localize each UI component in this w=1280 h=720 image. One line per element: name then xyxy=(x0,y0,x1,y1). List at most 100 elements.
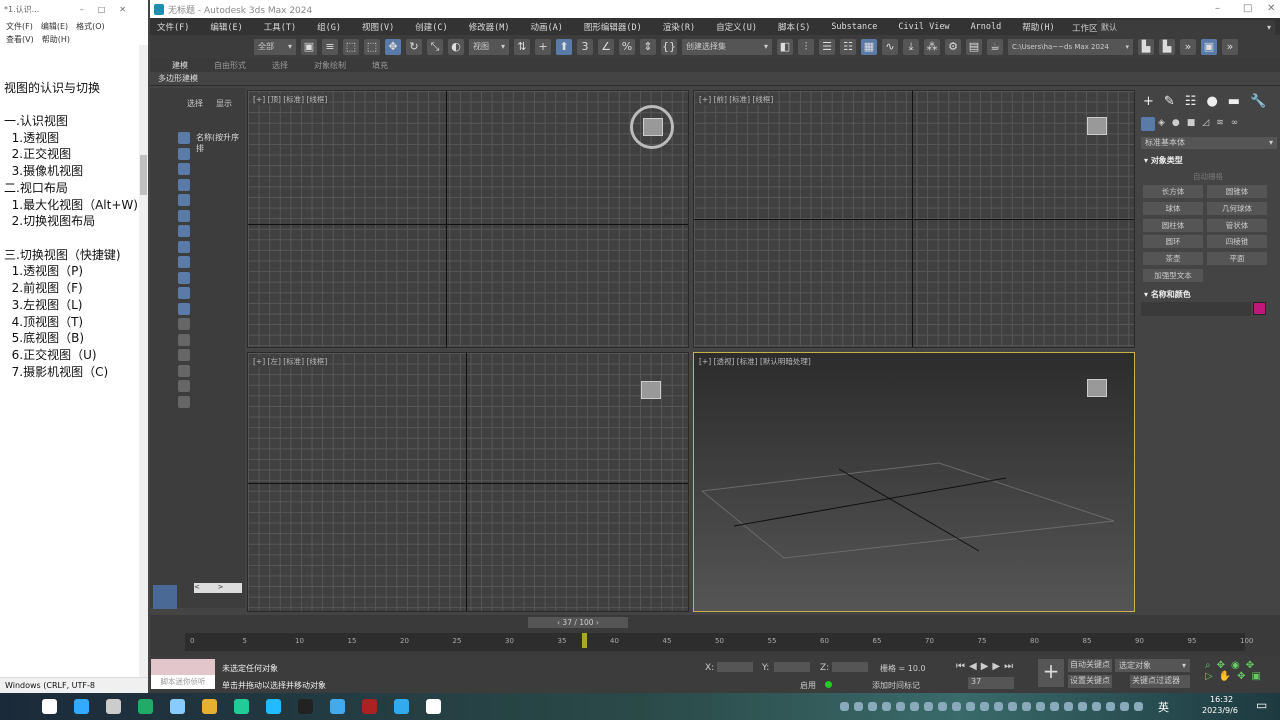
curve-editor-icon[interactable]: ∿ xyxy=(882,38,898,55)
named-selection-dropdown[interactable]: 创建选择集 ▾ xyxy=(682,38,772,55)
ribbon-tab[interactable]: 对象绘制 xyxy=(314,60,346,71)
viewport-label[interactable]: [+] [左] [标准] [线框] xyxy=(251,356,330,367)
create-button[interactable]: 圆锥体 xyxy=(1207,185,1267,198)
viewport-left[interactable]: [+] [左] [标准] [线框] xyxy=(247,352,689,612)
create-category-icons[interactable]: ◈●■◿≋∞ xyxy=(1158,118,1245,128)
horizontal-scrollbar[interactable]: < > xyxy=(194,583,242,593)
viewcube-icon[interactable] xyxy=(630,105,674,149)
viewcube-icon[interactable] xyxy=(1087,379,1107,397)
scale-icon[interactable]: ⤡ xyxy=(427,38,443,55)
tray-icon[interactable] xyxy=(1064,702,1073,711)
ribbon-tab[interactable]: 自由形式 xyxy=(214,60,246,71)
menu-item[interactable]: 帮助(H) xyxy=(1022,21,1054,33)
clock-date[interactable]: 2023/9/6 xyxy=(1202,706,1238,715)
tray-icon[interactable] xyxy=(1008,702,1017,711)
project-path-dropdown[interactable]: C:\Users\ha~~ds Max 2024 ▾ xyxy=(1008,38,1133,55)
viewcube-icon[interactable] xyxy=(1087,117,1107,135)
search-app-icon[interactable] xyxy=(170,699,185,714)
menu-item[interactable]: 修改器(M) xyxy=(469,21,510,33)
geometry-icon[interactable] xyxy=(1141,117,1155,131)
scene-filter-icon[interactable] xyxy=(178,225,190,237)
tray-icon[interactable] xyxy=(882,702,891,711)
timeline-track[interactable]: 0 5 10 15 20 25 30 35 40 45 50 55 60 65 70 75 80 85 90 95 10… xyxy=(185,633,1253,651)
auto-key-button[interactable]: 自动关键点 xyxy=(1068,659,1112,672)
tray-icon[interactable] xyxy=(952,702,961,711)
window-controls[interactable]: –□✕ xyxy=(80,5,140,14)
tray-icon[interactable] xyxy=(840,702,849,711)
manipulate-icon[interactable]: + xyxy=(535,38,551,55)
create-button[interactable]: 平面 xyxy=(1207,252,1267,266)
scene-filter-icon[interactable] xyxy=(178,271,190,284)
timeline-marker[interactable] xyxy=(581,633,587,648)
scene-filter-icon[interactable] xyxy=(178,240,190,253)
move-icon[interactable]: ✥ xyxy=(385,38,401,55)
scene-filter-icon[interactable] xyxy=(178,302,190,315)
menu-item[interactable]: 工具(T) xyxy=(264,21,296,33)
selection-filter-dropdown[interactable]: 全部 ▾ xyxy=(254,38,296,55)
app2-icon[interactable] xyxy=(362,699,377,714)
create-button[interactable]: 四棱锥 xyxy=(1207,235,1267,249)
scene-filter-icon[interactable] xyxy=(178,163,190,175)
tray-icon[interactable] xyxy=(1092,702,1101,711)
mirror-icon[interactable]: ◧ xyxy=(777,38,793,55)
selected-objects-dropdown[interactable]: 选定对象 ▾ xyxy=(1115,659,1190,672)
tray-icon[interactable] xyxy=(896,702,905,711)
file-explorer-icon[interactable] xyxy=(234,699,249,714)
rollout-object-type[interactable]: ▾ 对象类型 xyxy=(1144,155,1183,166)
tray-icon[interactable] xyxy=(966,702,975,711)
photoshop-icon[interactable] xyxy=(138,699,153,714)
scene-filter-icon[interactable] xyxy=(178,256,190,268)
3dsmax-icon[interactable] xyxy=(426,699,441,714)
menu-help[interactable]: 帮助(H) xyxy=(42,35,70,44)
pivot-icon[interactable]: ⇅ xyxy=(514,38,530,55)
tray-icon[interactable] xyxy=(1120,702,1129,711)
scene-filter-icon[interactable] xyxy=(178,380,190,392)
menu-item[interactable]: Arnold xyxy=(971,22,1002,32)
keyboard-shortcut-icon[interactable]: ⬆ xyxy=(556,38,572,55)
create-button[interactable]: 球体 xyxy=(1143,201,1203,215)
edge-icon[interactable] xyxy=(298,699,313,714)
set-key-button[interactable]: 设置关键点 xyxy=(1068,675,1112,688)
ribbon-tab[interactable]: 建模 xyxy=(172,60,188,71)
reference-coord-dropdown[interactable]: 视图 ▾ xyxy=(469,38,509,55)
create-button[interactable]: 长方体 xyxy=(1143,185,1203,198)
scene-filter-icon[interactable] xyxy=(178,318,190,330)
render-frame-icon[interactable]: ▤ xyxy=(966,38,982,55)
playback-controls[interactable]: ⏮◀▶▶⏭ xyxy=(956,661,1017,672)
notification-icon[interactable]: ▭ xyxy=(1256,698,1267,712)
workspace-dropdown[interactable]: 默认 ▾ xyxy=(1097,20,1275,36)
scene-filter-icon[interactable] xyxy=(178,333,190,346)
current-frame-field[interactable]: 37 xyxy=(968,677,1014,689)
render-icon[interactable]: ☕ xyxy=(987,38,1003,55)
menu-item[interactable]: 自定义(U) xyxy=(716,21,757,33)
edit-named-selection-icon[interactable]: {} xyxy=(661,38,677,55)
rotate-icon[interactable]: ↻ xyxy=(406,38,422,55)
tray-icon[interactable] xyxy=(868,702,877,711)
ribbon-tab[interactable]: 选择 xyxy=(272,60,288,71)
record-icon[interactable] xyxy=(394,699,409,714)
more2-icon[interactable]: » xyxy=(1222,38,1238,55)
tab-display[interactable]: 显示 xyxy=(216,98,232,109)
scene-filter-icon[interactable] xyxy=(178,364,190,377)
rect-select-icon[interactable]: ⬚ xyxy=(343,38,359,55)
save-icon[interactable]: ▣ xyxy=(1201,38,1217,55)
ime-indicator[interactable]: 英 xyxy=(1158,699,1169,715)
viewcube-icon[interactable] xyxy=(641,381,661,399)
viewport-navigation-icons[interactable]: ⌕✥◉✥ ▷✋✥▣ xyxy=(1205,660,1267,682)
viewport-label[interactable]: [+] [前] [标准] [线框] xyxy=(697,94,776,105)
close-button[interactable]: ✕ xyxy=(1267,3,1275,14)
menu-item[interactable]: 脚本(S) xyxy=(778,21,810,33)
layer-icon[interactable]: ☰ xyxy=(819,38,835,55)
app-icon[interactable] xyxy=(266,699,281,714)
auto-grid-checkbox[interactable]: 自动栅格 xyxy=(1193,171,1223,182)
schematic-icon[interactable]: ⤓ xyxy=(903,38,919,55)
scene-filter-icon[interactable] xyxy=(178,287,190,299)
menu-item[interactable]: 编辑(E) xyxy=(210,21,242,33)
scene-filter-icon[interactable] xyxy=(178,194,190,206)
tray-icon[interactable] xyxy=(1022,702,1031,711)
menu-item[interactable]: 动画(A) xyxy=(531,21,563,33)
viewport-label[interactable]: [+] [顶] [标准] [线框] xyxy=(251,94,330,105)
object-color-swatch[interactable] xyxy=(1253,302,1266,315)
scrollbar[interactable] xyxy=(139,45,148,677)
material-editor-icon[interactable]: ⁂ xyxy=(924,38,940,55)
